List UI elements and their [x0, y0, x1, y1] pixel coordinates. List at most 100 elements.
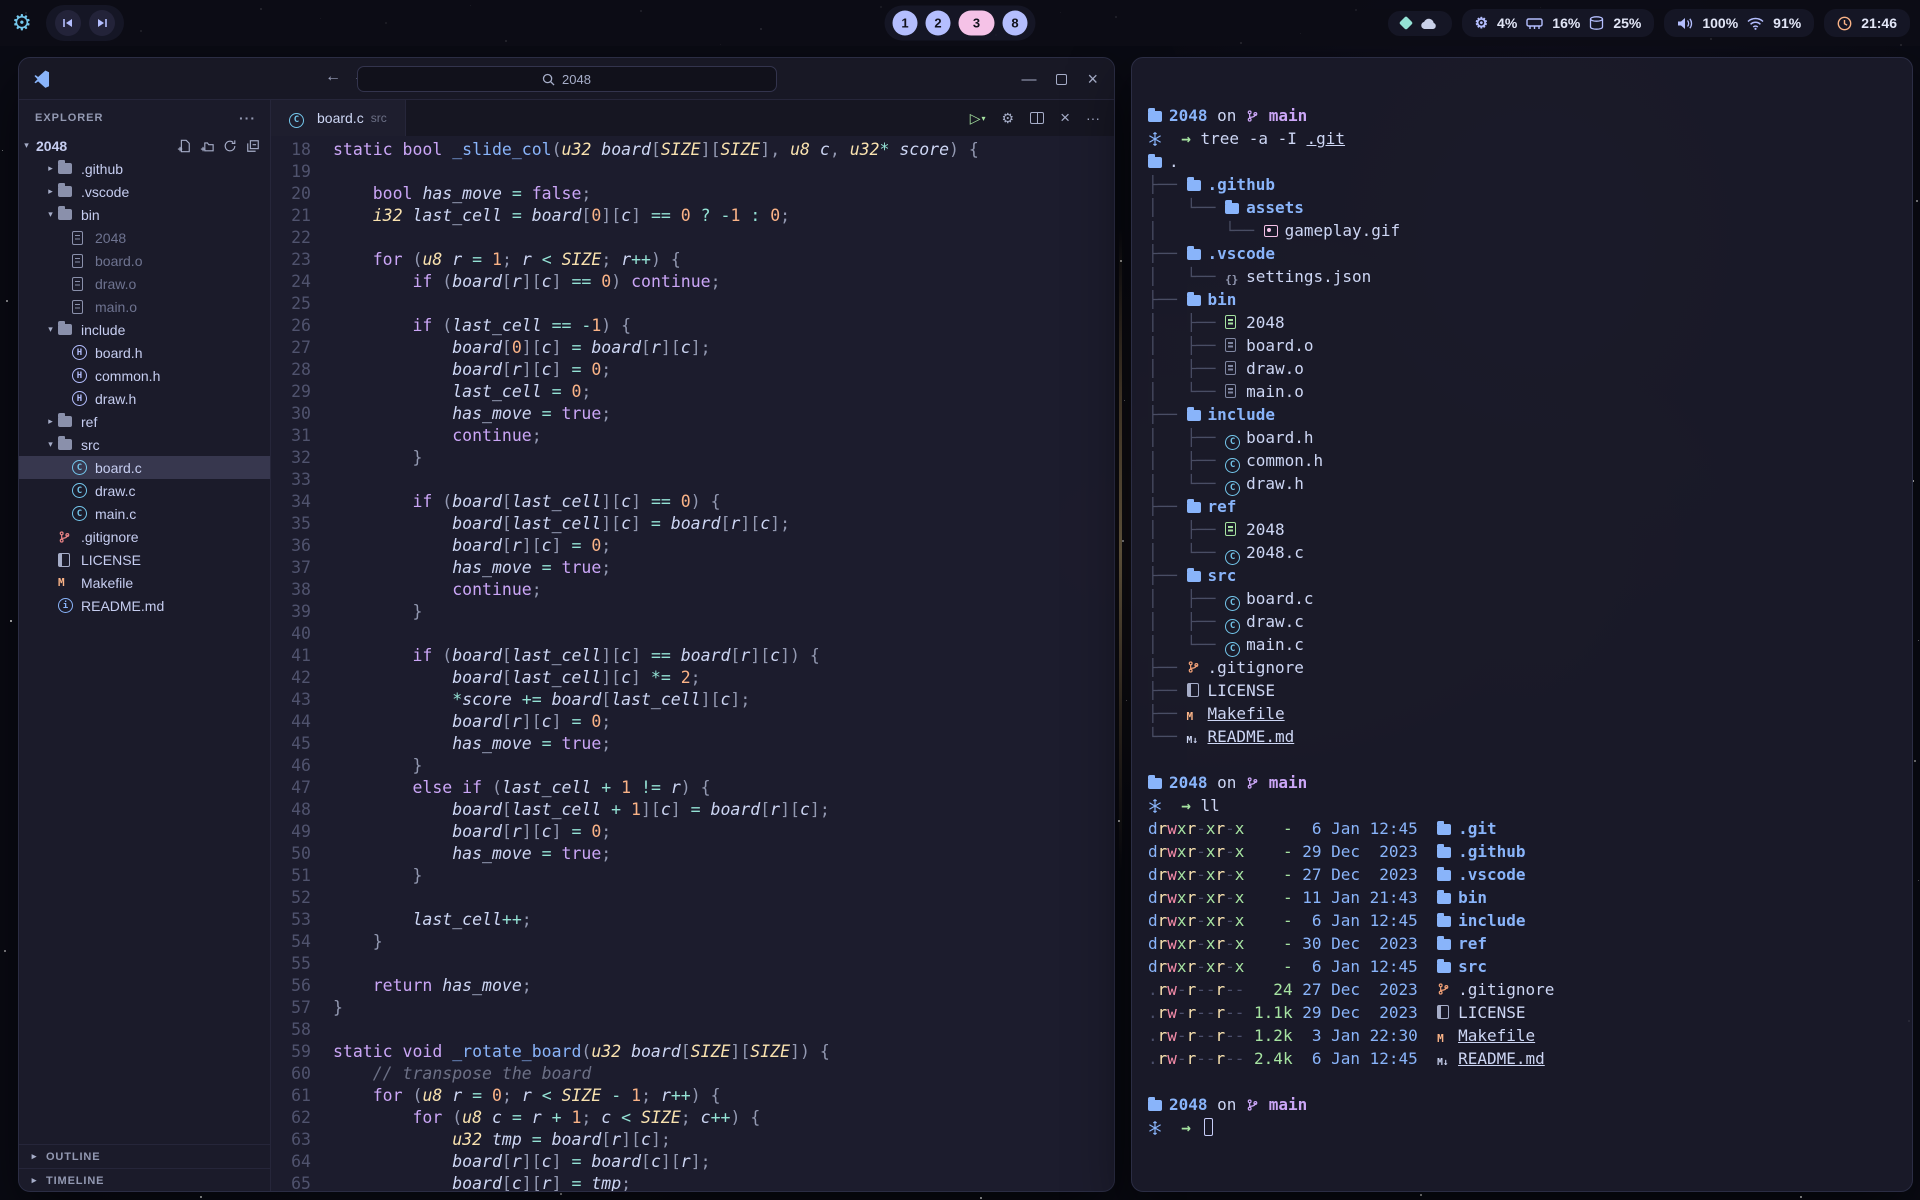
line-number[interactable]: 41 [271, 645, 311, 667]
line-number[interactable]: 31 [271, 425, 311, 447]
weather-widget[interactable] [1388, 11, 1452, 36]
line-number[interactable]: 54 [271, 931, 311, 953]
explorer-item-board.c[interactable]: Cboard.c [19, 456, 270, 479]
workspace-3[interactable]: 3 [959, 11, 995, 36]
line-number[interactable]: 40 [271, 623, 311, 645]
explorer-item-board.h[interactable]: Hboard.h [19, 341, 270, 364]
line-number[interactable]: 43 [271, 689, 311, 711]
line-number[interactable]: 64 [271, 1151, 311, 1173]
more-actions-icon[interactable]: ··· [1086, 110, 1100, 126]
line-number[interactable]: 19 [271, 161, 311, 183]
line-number[interactable]: 26 [271, 315, 311, 337]
launcher-icon[interactable]: ⚙ [12, 12, 32, 34]
close-tab-icon[interactable]: × [1060, 108, 1070, 128]
line-number[interactable]: 42 [271, 667, 311, 689]
line-number[interactable]: 51 [271, 865, 311, 887]
line-number[interactable]: 39 [271, 601, 311, 623]
explorer-item-board.o[interactable]: board.o [19, 249, 270, 272]
nav-back-button[interactable]: ← [325, 68, 341, 86]
explorer-item-ref[interactable]: ▸ref [19, 410, 270, 433]
explorer-root-row[interactable]: ▾ 2048 [19, 134, 270, 157]
explorer-item-src[interactable]: ▾src [19, 433, 270, 456]
line-number[interactable]: 57 [271, 997, 311, 1019]
refresh-icon[interactable] [223, 139, 237, 153]
line-number[interactable]: 50 [271, 843, 311, 865]
line-number[interactable]: 20 [271, 183, 311, 205]
line-number[interactable]: 23 [271, 249, 311, 271]
line-number[interactable]: 63 [271, 1129, 311, 1151]
line-number[interactable]: 29 [271, 381, 311, 403]
explorer-item-README.md[interactable]: iREADME.md [19, 594, 270, 617]
line-number[interactable]: 56 [271, 975, 311, 997]
explorer-item-draw.o[interactable]: draw.o [19, 272, 270, 295]
explorer-item-common.h[interactable]: Hcommon.h [19, 364, 270, 387]
line-number[interactable]: 53 [271, 909, 311, 931]
minimize-button[interactable]: — [1021, 71, 1036, 88]
collapse-all-icon[interactable] [246, 139, 260, 153]
line-number[interactable]: 28 [271, 359, 311, 381]
line-number[interactable]: 30 [271, 403, 311, 425]
explorer-item-.vscode[interactable]: ▸.vscode [19, 180, 270, 203]
line-number[interactable]: 44 [271, 711, 311, 733]
explorer-item-main.c[interactable]: Cmain.c [19, 502, 270, 525]
line-number[interactable]: 48 [271, 799, 311, 821]
line-number[interactable]: 27 [271, 337, 311, 359]
explorer-item-bin[interactable]: ▾bin [19, 203, 270, 226]
line-number[interactable]: 25 [271, 293, 311, 315]
line-number[interactable]: 22 [271, 227, 311, 249]
maximize-button[interactable] [1056, 74, 1067, 85]
settings-gear-icon[interactable]: ⚙ [1002, 110, 1015, 127]
explorer-item-.github[interactable]: ▸.github [19, 157, 270, 180]
explorer-item-.gitignore[interactable]: .gitignore [19, 525, 270, 548]
line-number[interactable]: 49 [271, 821, 311, 843]
line-number[interactable]: 60 [271, 1063, 311, 1085]
line-number[interactable]: 45 [271, 733, 311, 755]
explorer-item-include[interactable]: ▾include [19, 318, 270, 341]
explorer-item-2048[interactable]: 2048 [19, 226, 270, 249]
line-number[interactable]: 47 [271, 777, 311, 799]
new-folder-icon[interactable] [200, 139, 214, 153]
outline-section[interactable]: ▸ OUTLINE [19, 1144, 270, 1168]
close-button[interactable]: × [1087, 69, 1098, 90]
workspace-2[interactable]: 2 [926, 11, 951, 36]
line-number[interactable]: 35 [271, 513, 311, 535]
line-number[interactable]: 33 [271, 469, 311, 491]
line-number[interactable]: 36 [271, 535, 311, 557]
explorer-more-actions-icon[interactable]: ··· [239, 110, 256, 126]
line-number[interactable]: 24 [271, 271, 311, 293]
line-number[interactable]: 52 [271, 887, 311, 909]
workspace-8[interactable]: 8 [1003, 11, 1028, 36]
line-number[interactable]: 34 [271, 491, 311, 513]
line-number[interactable]: 65 [271, 1173, 311, 1192]
terminal-window[interactable]: 2048 on main → tree -a -I .git.├── .gith… [1131, 57, 1913, 1192]
line-number[interactable]: 21 [271, 205, 311, 227]
explorer-item-main.o[interactable]: main.o [19, 295, 270, 318]
audio-network-widget[interactable]: 100% 91% [1664, 9, 1814, 37]
line-number[interactable]: 61 [271, 1085, 311, 1107]
tab-board-c[interactable]: C board.c src [271, 100, 406, 136]
line-number[interactable]: 59 [271, 1041, 311, 1063]
editor-titlebar[interactable]: ← → 2048 — × [19, 58, 1114, 100]
line-number[interactable]: 32 [271, 447, 311, 469]
line-number[interactable]: 46 [271, 755, 311, 777]
split-editor-icon[interactable] [1030, 112, 1044, 124]
clock-widget[interactable]: 21:46 [1824, 9, 1910, 37]
line-number[interactable]: 55 [271, 953, 311, 975]
media-prev-button[interactable] [55, 10, 81, 36]
workspace-1[interactable]: 1 [893, 11, 918, 36]
command-center-search[interactable]: 2048 [357, 66, 777, 92]
explorer-item-Makefile[interactable]: MMakefile [19, 571, 270, 594]
system-stats-widget[interactable]: ⚙ 4% 16% 25% [1462, 9, 1655, 37]
line-number[interactable]: 58 [271, 1019, 311, 1041]
new-file-icon[interactable] [177, 139, 191, 153]
explorer-item-draw.h[interactable]: Hdraw.h [19, 387, 270, 410]
timeline-section[interactable]: ▸ TIMELINE [19, 1168, 270, 1192]
line-number[interactable]: 18 [271, 139, 311, 161]
run-button[interactable]: ▷▾ [970, 110, 986, 127]
code-editor[interactable]: 1819202122232425262728293031323334353637… [271, 136, 1114, 1192]
line-number[interactable]: 62 [271, 1107, 311, 1129]
explorer-item-LICENSE[interactable]: LICENSE [19, 548, 270, 571]
line-number[interactable]: 38 [271, 579, 311, 601]
media-next-button[interactable] [89, 10, 115, 36]
line-number[interactable]: 37 [271, 557, 311, 579]
